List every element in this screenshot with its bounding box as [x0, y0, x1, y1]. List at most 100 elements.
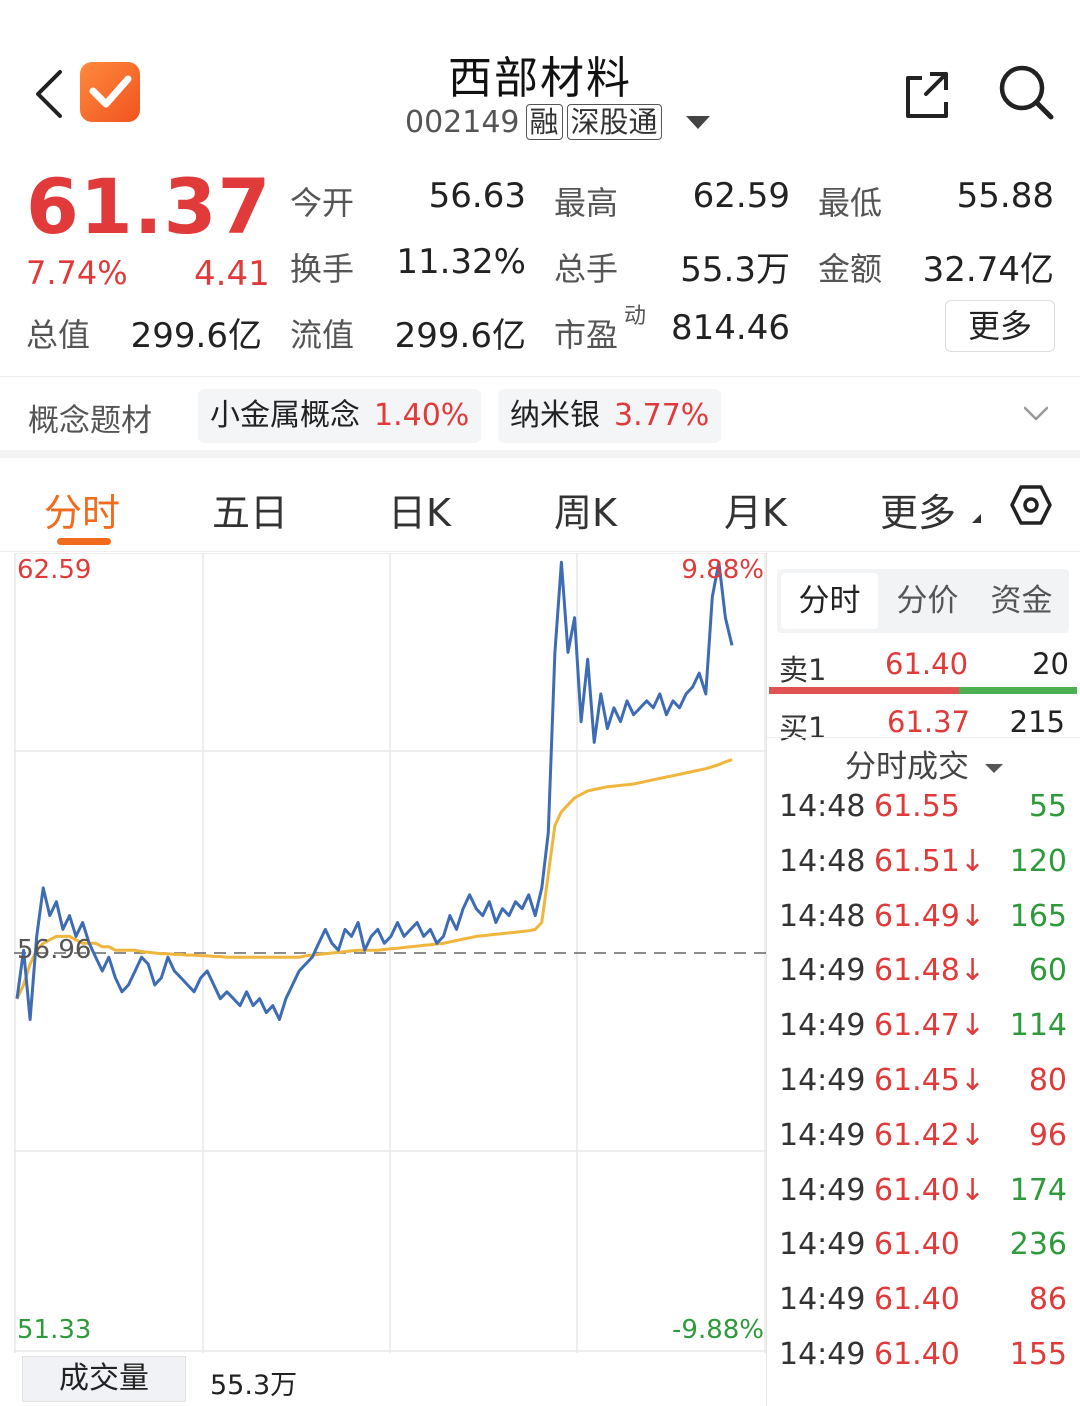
pe-value: 814.46: [671, 308, 790, 348]
ask-qty: 20: [1032, 647, 1069, 681]
trade-time: 14:49: [779, 1117, 866, 1153]
pe-label: 市盈: [554, 316, 619, 354]
volume-indicator-button[interactable]: 成交量: [22, 1356, 186, 1402]
chart-grid: [14, 553, 766, 1353]
trade-qty: 86: [1028, 1282, 1067, 1318]
panel-tabs: 分时 分价 资金: [777, 569, 1069, 633]
share-button[interactable]: [900, 66, 956, 122]
quote-panel: 61.37 7.74% 4.41 今开 56.63 最高 62.59 最低 55…: [0, 160, 1080, 375]
ask-row: 卖1 61.40 20: [767, 641, 1080, 689]
market-cap-value: 299.6亿: [130, 316, 262, 356]
axis-high-pct: 9.88%: [681, 555, 764, 585]
open-label: 今开: [290, 184, 355, 222]
trade-row: 14:48 61.51↓ 120: [767, 844, 1080, 898]
expand-chevron-icon[interactable]: [1022, 399, 1050, 427]
tab-monthly-k[interactable]: 月K: [724, 482, 787, 537]
tab-daily-k[interactable]: 日K: [388, 482, 451, 537]
trade-price: 61.47↓: [874, 1008, 986, 1044]
low-value: 55.88: [956, 176, 1054, 216]
tab-weekly-k[interactable]: 周K: [554, 482, 617, 537]
bid-price: 61.37: [887, 705, 971, 739]
margin-tag: 融: [525, 104, 563, 140]
trade-time: 14:48: [779, 898, 866, 934]
float-cap-value: 299.6亿: [394, 316, 526, 356]
trade-price: 61.40: [874, 1227, 960, 1263]
trade-qty: 155: [1009, 1337, 1067, 1372]
concept-name: 小金属概念: [210, 398, 360, 433]
trades-title: 分时成交: [845, 749, 969, 785]
stock-subtitle[interactable]: 002149 融 深股通: [405, 102, 710, 142]
ask-label: 卖1: [779, 653, 827, 687]
trade-row: 14:49 61.40 155: [767, 1337, 1080, 1391]
volume-value: 55.3万: [210, 1370, 298, 1401]
ask-price: 61.40: [885, 647, 969, 681]
axis-high-price: 62.59: [17, 555, 92, 585]
trade-qty: 120: [1009, 843, 1067, 879]
stock-code: 002149: [405, 104, 520, 140]
volume-label: 总手: [554, 250, 619, 288]
intraday-chart[interactable]: 62.59 56.96 51.33 9.88% -9.88%: [14, 553, 766, 1353]
axis-low-pct: -9.88%: [672, 1315, 764, 1345]
trade-row: 14:49 61.42↓ 96: [767, 1118, 1080, 1172]
trade-row: 14:48 61.55 55: [767, 789, 1080, 843]
ask-ratio-fill: [769, 687, 959, 694]
tab-five-day[interactable]: 五日: [212, 482, 288, 537]
trade-time: 14:49: [779, 1008, 866, 1044]
trade-time: 14:49: [779, 1227, 866, 1263]
trade-price: 61.51↓: [874, 843, 986, 879]
order-panel: 分时 分价 资金 卖1 61.40 20 买1 61.37 215 分时成交 1…: [766, 553, 1080, 1406]
trade-price: 61.49↓: [874, 898, 986, 934]
trade-time: 14:49: [779, 1172, 866, 1208]
volume-row: 成交量 55.3万: [0, 1353, 766, 1406]
bid-ask-ratio-bar: [769, 687, 1077, 694]
average-price-line: [15, 758, 733, 1000]
more-quote-button[interactable]: 更多: [945, 300, 1055, 352]
panel-tab-trades[interactable]: 分时: [781, 573, 878, 629]
float-cap-label: 流值: [290, 316, 355, 354]
chart-settings-button[interactable]: [1010, 484, 1052, 526]
bid-row: 买1 61.37 215: [767, 699, 1080, 747]
concept-chip[interactable]: 纳米银 3.77%: [498, 389, 722, 443]
trade-qty: 174: [1009, 1172, 1067, 1208]
chart-tabs: 分时 五日 日K 周K 月K 更多: [0, 466, 1080, 552]
trade-qty: 60: [1028, 953, 1067, 989]
trade-price: 61.55: [874, 789, 960, 824]
trade-time: 14:49: [779, 1282, 866, 1318]
trade-price: 61.48↓: [874, 953, 986, 989]
share-icon: [906, 72, 948, 118]
search-button[interactable]: [996, 62, 1056, 122]
concept-pct: 1.40%: [374, 398, 470, 433]
trade-price: 61.45↓: [874, 1063, 986, 1098]
panel-tab-price-dist[interactable]: 分价: [879, 569, 976, 633]
tab-more[interactable]: 更多: [880, 482, 956, 537]
more-tab-caret-icon: [972, 514, 981, 523]
concept-label: 概念题材: [28, 403, 152, 439]
active-tab-indicator: [57, 538, 111, 545]
turnover-value: 11.32%: [396, 242, 526, 282]
pe-dynamic-mark: 动: [624, 304, 647, 329]
trade-row: 14:48 61.49↓ 165: [767, 899, 1080, 953]
low-label: 最低: [818, 184, 883, 222]
trade-time: 14:48: [779, 789, 866, 824]
dropdown-caret-icon[interactable]: [685, 115, 710, 129]
trade-row: 14:49 61.40 86: [767, 1282, 1080, 1336]
search-icon: [999, 65, 1054, 120]
trade-row: 14:49 61.40↓ 174: [767, 1173, 1080, 1227]
trade-row: 14:49 61.45↓ 80: [767, 1063, 1080, 1117]
trades-title-dropdown[interactable]: 分时成交: [767, 741, 1080, 787]
high-label: 最高: [554, 184, 619, 222]
open-value: 56.63: [428, 176, 526, 216]
trade-qty: 165: [1009, 898, 1067, 934]
axis-pre-close: 56.96: [17, 935, 92, 965]
top-bar: 西部材料 002149 融 深股通: [0, 0, 1080, 160]
concept-chip[interactable]: 小金属概念 1.40%: [198, 389, 482, 443]
change-amount: 4.41: [194, 254, 270, 294]
trade-time: 14:48: [779, 843, 866, 879]
trade-row: 14:49 61.47↓ 114: [767, 1008, 1080, 1062]
trade-time: 14:49: [779, 1063, 866, 1098]
tab-intraday[interactable]: 分时: [44, 482, 120, 537]
panel-tab-capital[interactable]: 资金: [973, 569, 1070, 633]
dropdown-caret-icon: [985, 764, 1003, 773]
trade-price: 61.40: [874, 1337, 960, 1372]
change-percent: 7.74%: [26, 254, 128, 292]
